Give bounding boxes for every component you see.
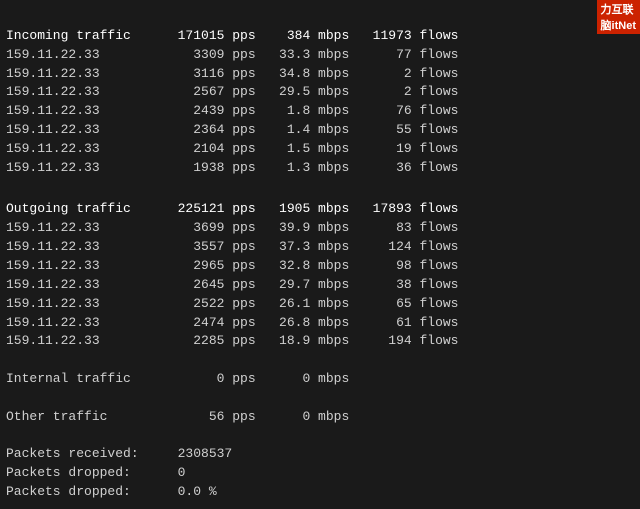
outgoing-ip-row: 159.11.22.33 2645 pps 29.7 mbps 38 flows [6,276,634,295]
incoming-ip-row: 159.11.22.33 2567 pps 29.5 mbps 2 flows [6,83,634,102]
incoming-header: Incoming traffic 171015 pps 384 mbps 119… [6,27,634,46]
internal-traffic-row: Internal traffic 0 pps 0 mbps [6,370,634,389]
packets-dropped-pct-row: Packets dropped: 0.0 % [6,483,634,502]
outgoing-ip-row: 159.11.22.33 2285 pps 18.9 mbps 194 flow… [6,332,634,351]
incoming-ip-row: 159.11.22.33 3309 pps 33.3 mbps 77 flows [6,46,634,65]
incoming-ip-row: 159.11.22.33 2104 pps 1.5 mbps 19 flows [6,140,634,159]
incoming-ip-row: 159.11.22.33 2364 pps 1.4 mbps 55 flows [6,121,634,140]
packets-dropped-row: Packets dropped: 0 [6,464,634,483]
watermark: 力互联脑itNet [597,0,640,34]
outgoing-ip-row: 159.11.22.33 3557 pps 37.3 mbps 124 flow… [6,238,634,257]
incoming-ip-row: 159.11.22.33 2439 pps 1.8 mbps 76 flows [6,102,634,121]
outgoing-ip-row: 159.11.22.33 2522 pps 26.1 mbps 65 flows [6,295,634,314]
outgoing-ip-row: 159.11.22.33 2474 pps 26.8 mbps 61 flows [6,314,634,333]
packets-received-row: Packets received: 2308537 [6,445,634,464]
outgoing-ip-row: 159.11.22.33 2965 pps 32.8 mbps 98 flows [6,257,634,276]
incoming-ip-row: 159.11.22.33 1938 pps 1.3 mbps 36 flows [6,159,634,178]
outgoing-header: Outgoing traffic 225121 pps 1905 mbps 17… [6,200,634,219]
outgoing-ip-row: 159.11.22.33 3699 pps 39.9 mbps 83 flows [6,219,634,238]
other-traffic-row: Other traffic 56 pps 0 mbps [6,408,634,427]
incoming-ip-row: 159.11.22.33 3116 pps 34.8 mbps 2 flows [6,65,634,84]
terminal-screen: 力互联脑itNet Incoming traffic 171015 pps 38… [0,0,640,509]
